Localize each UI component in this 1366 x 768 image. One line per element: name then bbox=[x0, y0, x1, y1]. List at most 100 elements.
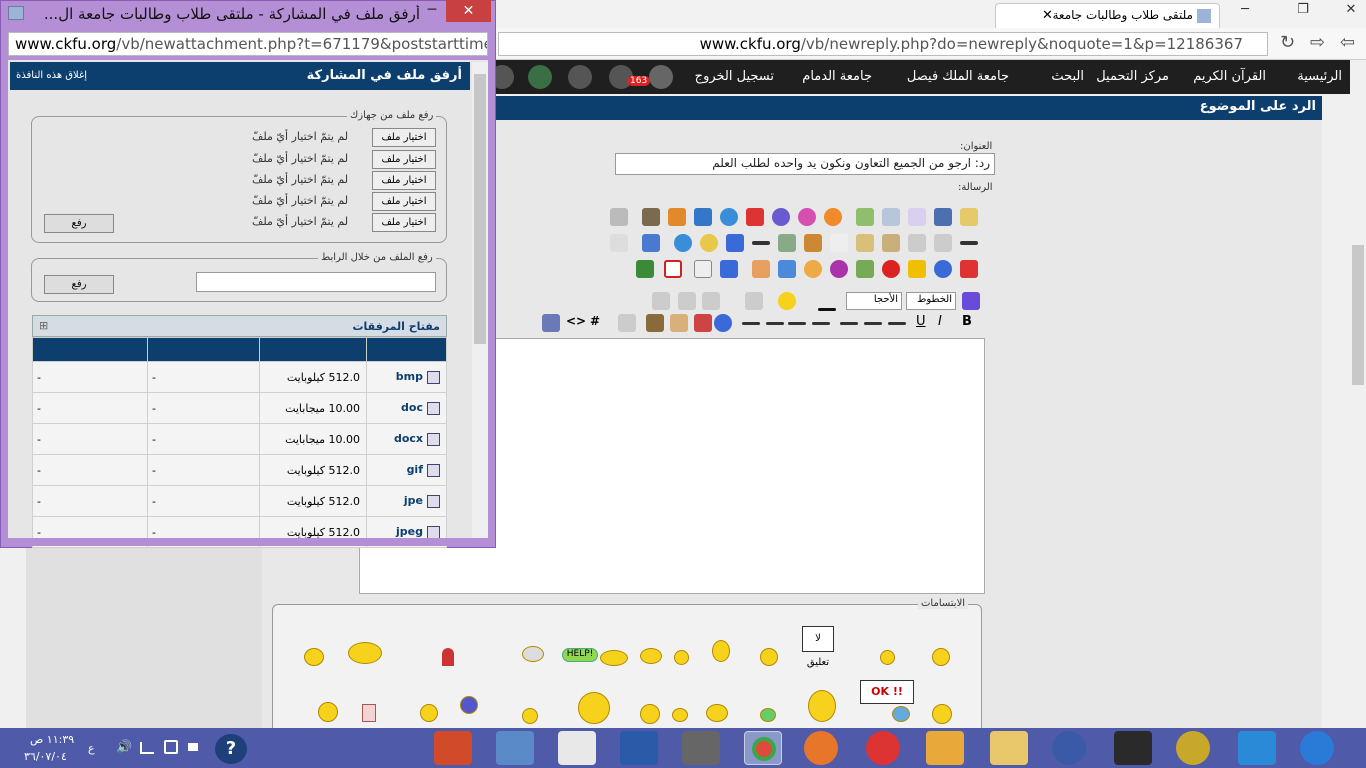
align-right-icon[interactable] bbox=[888, 322, 906, 325]
stats-icon[interactable] bbox=[649, 65, 673, 89]
java-icon[interactable] bbox=[558, 731, 596, 765]
clock-time[interactable]: ١١:٣٩ ص bbox=[30, 733, 74, 746]
smilie-cool-icon[interactable] bbox=[932, 648, 950, 666]
smilie-shocked-icon[interactable] bbox=[712, 640, 730, 662]
smilie-happy-icon[interactable] bbox=[640, 704, 660, 724]
choose-file-button-1[interactable]: اختيار ملف bbox=[372, 128, 436, 147]
rtl-icon[interactable] bbox=[934, 234, 952, 252]
globe-link-icon[interactable] bbox=[714, 314, 732, 332]
php-icon[interactable] bbox=[542, 314, 560, 332]
star-orange-icon[interactable] bbox=[804, 260, 822, 278]
close-window-button[interactable]: ✕ bbox=[1336, 0, 1366, 20]
language-indicator[interactable]: ع bbox=[88, 742, 95, 755]
red-x-icon[interactable] bbox=[960, 260, 978, 278]
tab-close-icon[interactable]: ✕ bbox=[1042, 8, 1053, 23]
smilie-green-icon[interactable] bbox=[760, 708, 776, 722]
media-player-icon[interactable] bbox=[926, 731, 964, 765]
smilie-help-icon[interactable]: HELP! bbox=[562, 648, 598, 662]
nav-search[interactable]: البحث bbox=[1051, 69, 1084, 84]
minimize-button[interactable]: ─ bbox=[1230, 0, 1260, 20]
font-select[interactable]: الخطوط bbox=[906, 292, 956, 310]
ie-taskbar-icon[interactable] bbox=[1300, 731, 1334, 765]
address-bar[interactable]: www.ckfu.org/vb/newreply.php?do=newreply… bbox=[498, 32, 1268, 56]
nav-logout[interactable]: تسجيل الخروج bbox=[695, 69, 774, 84]
close-window-link[interactable]: إغلاق هذه النافذة bbox=[16, 70, 87, 81]
border-icon[interactable] bbox=[664, 260, 682, 278]
microphone-icon[interactable] bbox=[682, 731, 720, 765]
smilie-icon[interactable] bbox=[778, 292, 796, 310]
popup-minimize-button[interactable]: ─ bbox=[420, 2, 444, 20]
puzzle-icon[interactable] bbox=[1114, 731, 1152, 765]
choose-file-button-3[interactable]: اختيار ملف bbox=[372, 171, 436, 190]
email-icon[interactable] bbox=[670, 314, 688, 332]
smilie-music-icon[interactable] bbox=[706, 704, 728, 722]
browser-tab[interactable]: ملتقى طلاب وطالبات جامعة ✕ bbox=[995, 3, 1220, 28]
smilie-ok-face-icon[interactable] bbox=[892, 706, 910, 722]
smilie-kiss-icon[interactable] bbox=[348, 642, 382, 664]
hp-icon[interactable] bbox=[1052, 731, 1086, 765]
page-scrollbar[interactable] bbox=[1350, 60, 1366, 728]
font-color-icon[interactable] bbox=[818, 308, 836, 311]
messages-icon[interactable] bbox=[568, 65, 592, 89]
smilie-laugh-icon[interactable] bbox=[318, 702, 338, 722]
insert-icon[interactable] bbox=[778, 234, 796, 252]
forward-icon[interactable]: ⇨ bbox=[1310, 32, 1325, 53]
popup-address-bar[interactable]: www.ckfu.org/vb/newattachment.php?t=6711… bbox=[8, 32, 488, 56]
scrollbar-thumb[interactable] bbox=[1352, 245, 1364, 385]
document-icon[interactable] bbox=[610, 234, 628, 252]
upload-url-input[interactable] bbox=[196, 272, 436, 292]
quote-bubble-icon[interactable] bbox=[720, 208, 738, 226]
warning-icon[interactable] bbox=[908, 260, 926, 278]
volume-icon[interactable]: 🔊 bbox=[116, 740, 132, 755]
ie-icon[interactable] bbox=[674, 234, 692, 252]
back-icon[interactable]: ⇦ bbox=[1340, 32, 1355, 53]
attach-icon[interactable] bbox=[745, 292, 763, 310]
numbered-list-icon[interactable] bbox=[812, 322, 830, 325]
title-input[interactable]: رد: ارجو من الجميع التعاون ونكون يد واحد… bbox=[615, 153, 995, 175]
cut-icon[interactable] bbox=[830, 234, 848, 252]
book-icon[interactable] bbox=[642, 234, 660, 252]
gallery-icon[interactable] bbox=[668, 208, 686, 226]
smilie-group-icon[interactable] bbox=[600, 650, 628, 666]
code-icon[interactable]: <> bbox=[566, 314, 586, 332]
smilie-blow-icon[interactable] bbox=[522, 646, 544, 662]
undo-icon[interactable] bbox=[702, 292, 720, 310]
smilie-smile-icon[interactable] bbox=[880, 650, 895, 665]
share-icon[interactable] bbox=[856, 260, 874, 278]
abcd-icon[interactable] bbox=[908, 208, 926, 226]
choose-file-button-2[interactable]: اختيار ملف bbox=[372, 150, 436, 169]
upload-device-button[interactable]: رفع bbox=[44, 214, 114, 233]
flag-icon[interactable] bbox=[188, 743, 198, 751]
bullet-list-icon[interactable] bbox=[788, 322, 806, 325]
remove-format-icon[interactable] bbox=[804, 234, 822, 252]
smilie-bomb-icon[interactable] bbox=[460, 696, 478, 714]
smilie-worried-icon[interactable] bbox=[760, 648, 778, 666]
align-center-icon[interactable] bbox=[864, 322, 882, 325]
clock-date[interactable]: ٣٦/٠٧/٠٤ bbox=[24, 750, 67, 763]
italic-icon[interactable]: I bbox=[938, 314, 956, 332]
collapse-icon[interactable]: ⊞ bbox=[39, 319, 48, 332]
smilie-hang-icon[interactable] bbox=[420, 704, 438, 722]
photo-icon[interactable] bbox=[642, 208, 660, 226]
underline-icon[interactable]: U bbox=[916, 314, 934, 332]
battery-icon[interactable] bbox=[164, 740, 178, 754]
outdent-icon[interactable] bbox=[742, 322, 760, 325]
reload-icon[interactable]: ↻ bbox=[1280, 32, 1295, 53]
word-icon[interactable] bbox=[620, 731, 658, 765]
smilie-flower-icon[interactable] bbox=[442, 648, 454, 666]
star-purple-icon[interactable] bbox=[830, 260, 848, 278]
paste-icon[interactable] bbox=[856, 234, 874, 252]
indent-icon[interactable] bbox=[766, 322, 784, 325]
ltr-icon[interactable] bbox=[908, 234, 926, 252]
r-icon[interactable] bbox=[866, 731, 900, 765]
redo-icon[interactable] bbox=[678, 292, 696, 310]
nav-upload-center[interactable]: مركز التحميل bbox=[1096, 69, 1169, 84]
nav-quran[interactable]: القرآن الكريم bbox=[1193, 69, 1266, 84]
youtube-icon[interactable] bbox=[746, 208, 764, 226]
smilie-thinking-icon[interactable] bbox=[640, 648, 662, 664]
size-select[interactable]: الأحجا bbox=[846, 292, 902, 310]
edit-icon[interactable] bbox=[960, 208, 978, 226]
speaker-app-icon[interactable] bbox=[1176, 731, 1210, 765]
smilie-clap-icon[interactable] bbox=[578, 692, 610, 724]
firefox-icon[interactable] bbox=[804, 731, 838, 765]
